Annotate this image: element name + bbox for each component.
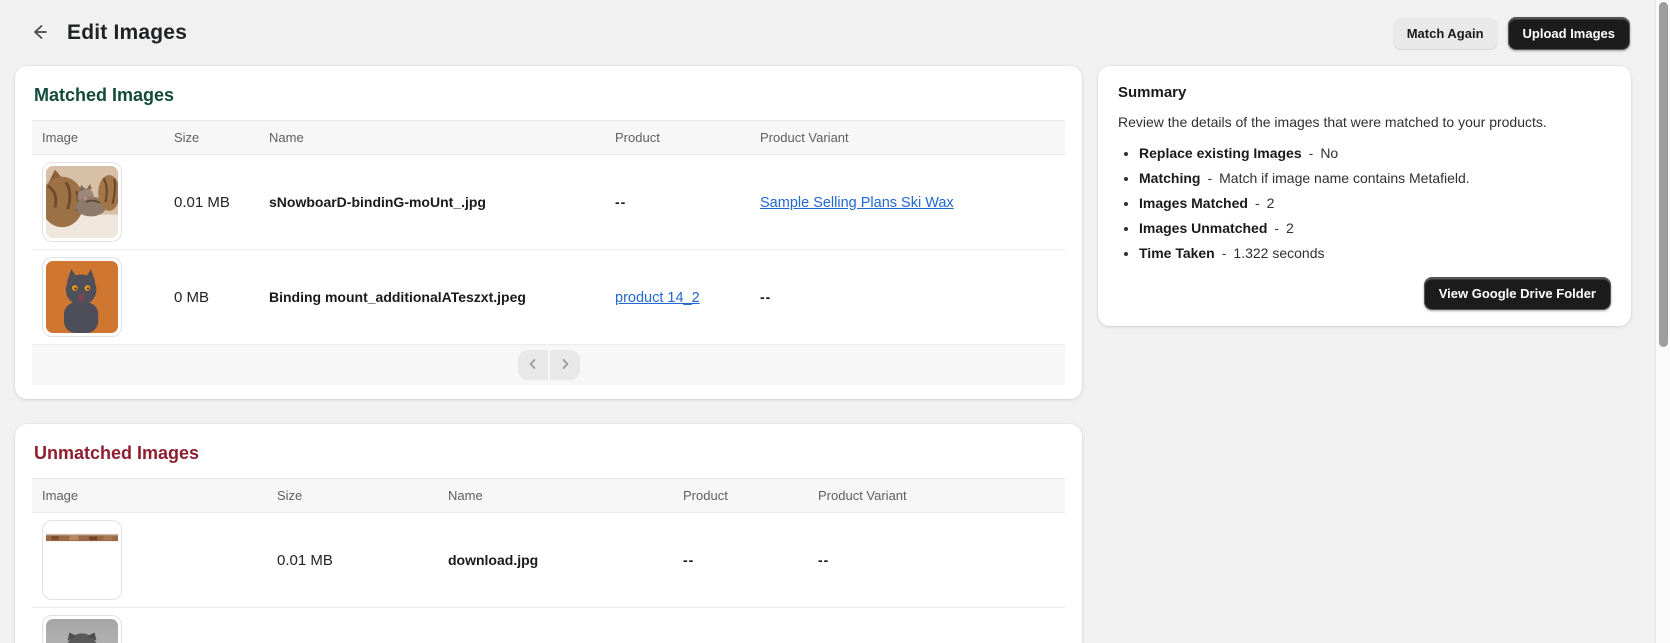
column-header-image: Image: [32, 479, 267, 513]
image-thumbnail[interactable]: [42, 162, 122, 242]
white-image-with-brown-strip-photo-icon: [46, 524, 118, 596]
back-button[interactable]: [28, 22, 50, 44]
image-size: 0.01 MB: [164, 155, 259, 250]
view-google-drive-folder-button[interactable]: View Google Drive Folder: [1424, 277, 1611, 310]
unmatched-images-table: Image Size Name Product Product Variant: [32, 478, 1065, 643]
summary-value: No: [1320, 145, 1338, 161]
previous-page-button[interactable]: [518, 350, 548, 380]
next-page-button[interactable]: [550, 350, 580, 380]
column-header-size: Size: [164, 121, 259, 155]
image-size: 0.01 MB: [267, 513, 438, 608]
product-value: --: [683, 552, 694, 568]
column-header-size: Size: [267, 479, 438, 513]
column-header-image: Image: [32, 121, 164, 155]
unmatched-images-heading: Unmatched Images: [34, 443, 1065, 464]
product-link[interactable]: product 14_2: [615, 290, 700, 306]
table-header-row: Image Size Name Product Product Variant: [32, 479, 1065, 513]
image-name: download.jpg: [438, 513, 673, 608]
summary-list: Replace existing Images-No Matching-Matc…: [1118, 145, 1611, 261]
matched-images-heading: Matched Images: [34, 85, 1065, 106]
product-value: --: [615, 194, 626, 210]
main-content: Matched Images Image Size Name Product P…: [0, 64, 1670, 643]
image-size: 0.01 MB: [267, 608, 438, 643]
table-row: 0 MB Binding mount_additionalATeszxt.jpe…: [32, 250, 1065, 345]
gray-scottish-fold-cat-photo-icon: [46, 619, 118, 643]
summary-value: Match if image name contains Metafield.: [1219, 170, 1470, 186]
summary-value: 2: [1267, 195, 1275, 211]
upload-images-button[interactable]: Upload Images: [1508, 17, 1630, 50]
pagination-controls: [518, 350, 580, 380]
table-row: 0.01 MB download.jpg -- --: [32, 513, 1065, 608]
summary-value: 1.322 seconds: [1233, 245, 1324, 261]
image-thumbnail[interactable]: [42, 257, 122, 337]
column-header-product-variant: Product Variant: [750, 121, 1065, 155]
unmatched-images-card: Unmatched Images Image Size Name Product…: [15, 424, 1082, 643]
page-title: Edit Images: [67, 21, 187, 45]
summary-item-images-unmatched: Images Unmatched-2: [1139, 220, 1611, 236]
table-header-row: Image Size Name Product Product Variant: [32, 121, 1065, 155]
summary-description: Review the details of the images that we…: [1118, 114, 1611, 130]
summary-item-replace-existing: Replace existing Images-No: [1139, 145, 1611, 161]
product-variant-value: --: [818, 552, 829, 568]
product-variant-value: --: [760, 289, 771, 305]
image-name: images.jpeg: [438, 608, 673, 643]
summary-item-matching: Matching-Match if image name contains Me…: [1139, 170, 1611, 186]
matched-images-table: Image Size Name Product Product Variant: [32, 120, 1065, 345]
column-header-name: Name: [259, 121, 605, 155]
top-bar: Edit Images Match Again Upload Images: [0, 0, 1670, 64]
column-header-product: Product: [605, 121, 750, 155]
arrow-left-icon: [29, 22, 49, 45]
column-header-name: Name: [438, 479, 673, 513]
tables-column: Matched Images Image Size Name Product P…: [15, 66, 1082, 643]
image-thumbnail[interactable]: [42, 520, 122, 600]
image-name: sNowboarD-bindinG-moUnt_.jpg: [259, 155, 605, 250]
summary-card: Summary Review the details of the images…: [1098, 66, 1631, 326]
tabby-cat-and-kitten-photo-icon: [46, 166, 118, 238]
matched-images-card: Matched Images Image Size Name Product P…: [15, 66, 1082, 399]
match-again-button[interactable]: Match Again: [1393, 18, 1498, 49]
summary-actions: View Google Drive Folder: [1118, 277, 1611, 310]
vertical-scrollbar-track[interactable]: [1655, 0, 1670, 643]
column-header-product-variant: Product Variant: [808, 479, 1065, 513]
product-variant-link[interactable]: Sample Selling Plans Ski Wax: [760, 195, 954, 211]
image-size: 0 MB: [164, 250, 259, 345]
vertical-scrollbar-thumb[interactable]: [1659, 2, 1668, 347]
chevron-left-icon: [527, 358, 539, 373]
image-name: Binding mount_additionalATeszxt.jpeg: [259, 250, 605, 345]
summary-heading: Summary: [1118, 84, 1611, 101]
chevron-right-icon: [559, 358, 571, 373]
pagination-bar: [32, 345, 1065, 385]
summary-value: 2: [1286, 220, 1294, 236]
summary-item-images-matched: Images Matched-2: [1139, 195, 1611, 211]
table-row: 0.01 MB sNowboarD-bindinG-moUnt_.jpg -- …: [32, 155, 1065, 250]
gray-cat-on-orange-background-photo-icon: [46, 261, 118, 333]
table-row: 0.01 MB images.jpeg -- --: [32, 608, 1065, 643]
summary-item-time-taken: Time Taken-1.322 seconds: [1139, 245, 1611, 261]
image-thumbnail[interactable]: [42, 615, 122, 643]
column-header-product: Product: [673, 479, 808, 513]
